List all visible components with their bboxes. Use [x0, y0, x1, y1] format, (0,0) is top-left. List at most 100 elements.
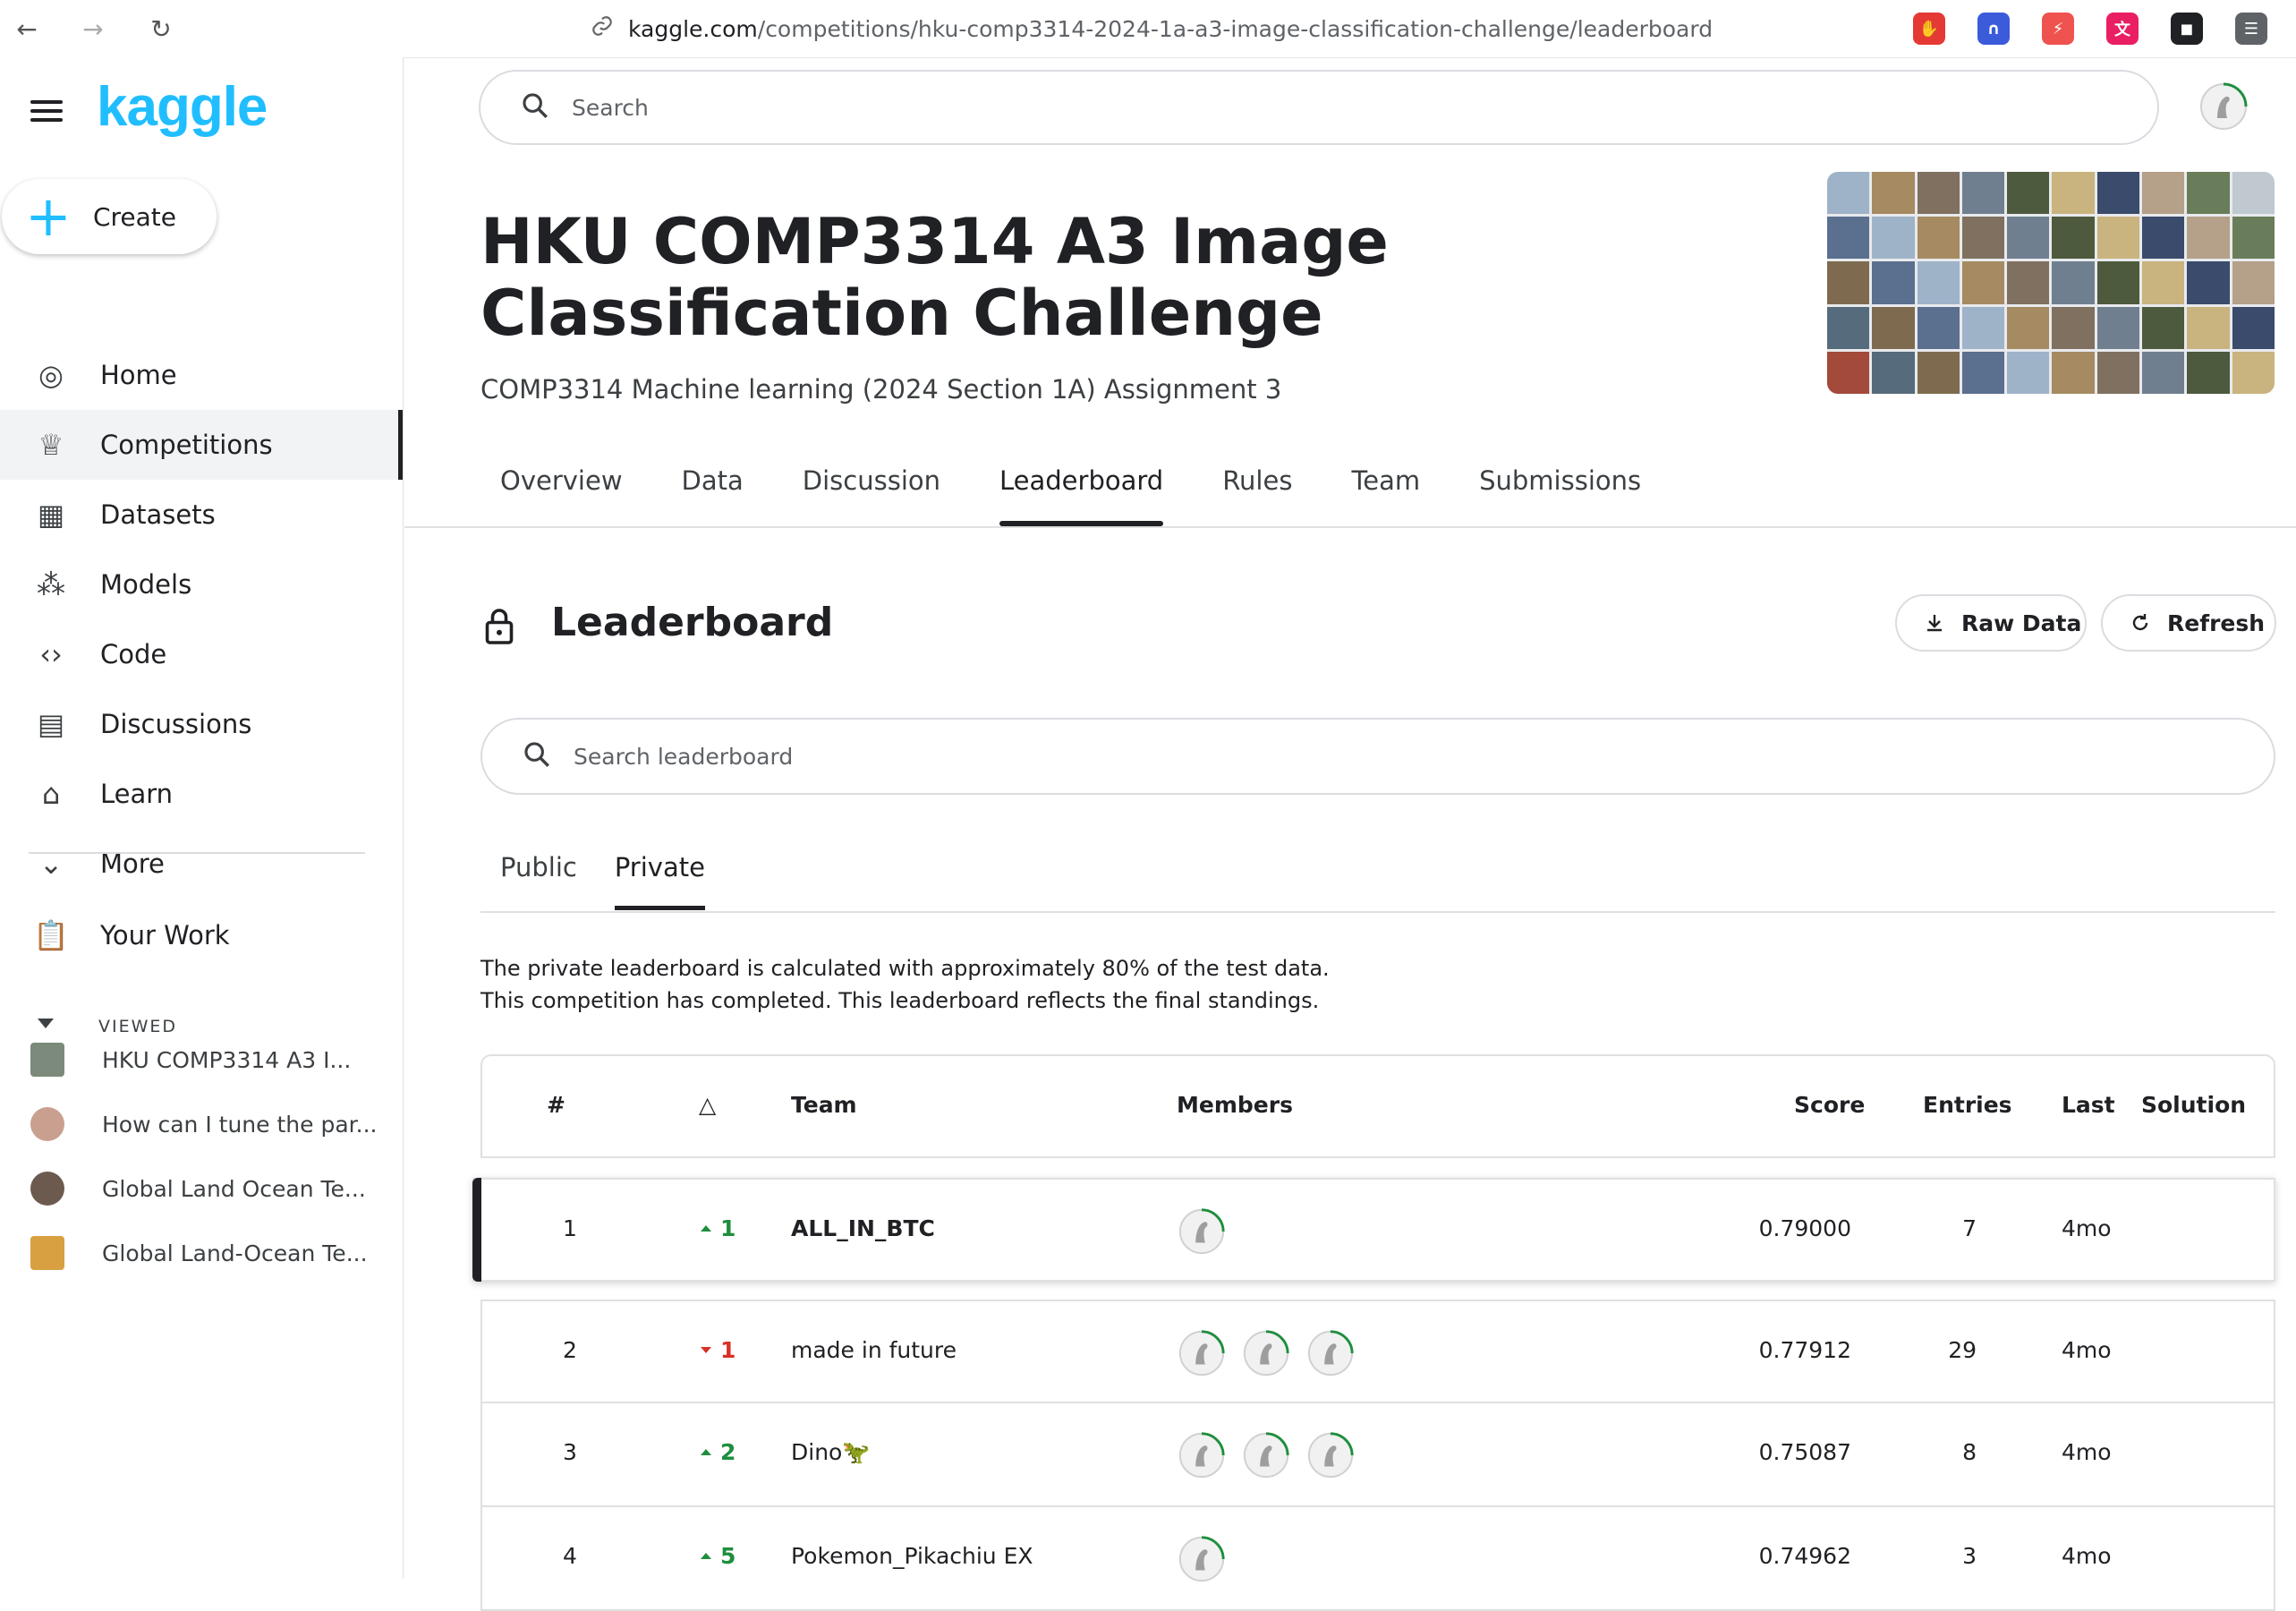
tab-discussion[interactable]: Discussion [803, 465, 940, 528]
column-delta[interactable]: △ [699, 1092, 716, 1118]
subtab-public[interactable]: Public [500, 852, 577, 911]
member-avatar[interactable] [1177, 1430, 1227, 1480]
thumbnail-cell [2142, 306, 2185, 349]
refresh-button[interactable]: Refresh [2101, 594, 2276, 652]
tab-team[interactable]: Team [1351, 465, 1420, 528]
sidebar-item-home[interactable]: ◎ Home [0, 340, 403, 410]
sidebar-item-competitions[interactable]: ♕ Competitions [0, 410, 403, 480]
tab-leaderboard[interactable]: Leaderboard [999, 465, 1164, 528]
table-row[interactable]: 3 2 Dino🦖 0.75087 8 4mo [480, 1403, 2275, 1507]
column-rank[interactable]: # [547, 1092, 565, 1118]
sidebar-item-code[interactable]: ‹› Code [0, 619, 403, 689]
subtab-private[interactable]: Private [614, 852, 706, 911]
back-arrow-icon[interactable]: ← [11, 13, 43, 45]
tab-submissions[interactable]: Submissions [1479, 465, 1641, 528]
entries-cell: 29 [1948, 1337, 1977, 1363]
sidebar-item-label: Code [100, 639, 167, 669]
sidebar-item-models[interactable]: ⁂ Models [0, 550, 403, 619]
table-row[interactable]: 2 1 made in future 0.77912 29 4mo [480, 1300, 2275, 1403]
team-name[interactable]: Dino🦖 [791, 1439, 870, 1466]
tab-overview[interactable]: Overview [500, 465, 623, 528]
url-host: kaggle.com [628, 15, 758, 42]
recent-item[interactable]: Global Land Ocean Te... [0, 1162, 403, 1215]
thumbnail-cell [1872, 172, 1915, 215]
create-button[interactable]: + Create [2, 179, 217, 254]
forward-arrow-icon[interactable]: → [77, 13, 109, 45]
settings-extension-icon[interactable]: ☰ [2235, 13, 2267, 45]
thumbnail-cell [2187, 351, 2230, 394]
thumbnail-cell [1827, 261, 1870, 304]
thumbnail-cell [2187, 306, 2230, 349]
thumbnail-cell [2007, 217, 2050, 260]
thumbnail-cell [1961, 351, 2005, 394]
members-cell [1177, 1328, 1370, 1378]
recent-item-label: Global Land-Ocean Te... [102, 1240, 368, 1266]
thumbnail-cell [2096, 306, 2140, 349]
sidebar-item-label: Home [100, 360, 177, 390]
address-bar[interactable]: kaggle.com/competitions/hku-comp3314-202… [591, 9, 1718, 48]
member-avatar[interactable] [1177, 1534, 1227, 1584]
thumbnail-cell [2007, 261, 2050, 304]
arc-icon[interactable]: ∩ [1977, 13, 2010, 45]
table-row[interactable]: 4 5 Pokemon_Pikachiu EX 0.74962 3 4mo [480, 1507, 2275, 1611]
leaderboard-search-input[interactable]: Search leaderboard [480, 718, 2275, 795]
browser-toolbar: ← → ↻ kaggle.com/competitions/hku-comp33… [0, 0, 2296, 58]
user-avatar[interactable] [2198, 81, 2249, 132]
member-avatar[interactable] [1177, 1206, 1227, 1257]
thumbnail-cell [2232, 306, 2275, 349]
sidebar-item-label: Competitions [100, 430, 273, 460]
thumbnail-cell [2232, 217, 2275, 260]
column-team[interactable]: Team [791, 1092, 857, 1118]
raw-data-button[interactable]: Raw Data [1895, 594, 2087, 652]
members-cell [1177, 1430, 1370, 1480]
entries-cell: 8 [1962, 1439, 1977, 1465]
global-search-input[interactable]: Search [479, 70, 2159, 145]
tab-data[interactable]: Data [682, 465, 744, 528]
translate-icon[interactable]: 文 [2106, 13, 2139, 45]
arrow-up-icon [701, 1449, 711, 1455]
kaggle-logo[interactable]: kaggle [97, 75, 268, 139]
recent-item[interactable]: HKU COMP3314 A3 I... [0, 1033, 403, 1087]
thumbnail-cell [1917, 306, 1960, 349]
clipboard-edit-icon: 📋 [33, 918, 69, 952]
column-last[interactable]: Last [2062, 1092, 2115, 1118]
tab-rules[interactable]: Rules [1222, 465, 1292, 528]
rank-cell: 3 [563, 1439, 577, 1465]
thumbnail-cell [2007, 306, 2050, 349]
table-row[interactable]: 1 1 ALL_IN_BTC 0.79000 7 4mo [472, 1178, 2275, 1282]
member-avatar[interactable] [1241, 1328, 1291, 1378]
member-avatar[interactable] [1241, 1430, 1291, 1480]
sidebar-item-discussions[interactable]: ▤ Discussions [0, 689, 403, 759]
column-score[interactable]: Score [1794, 1092, 1865, 1118]
team-name[interactable]: made in future [791, 1337, 957, 1363]
member-avatar[interactable] [1305, 1430, 1356, 1480]
member-avatar[interactable] [1305, 1328, 1356, 1378]
caret-down-icon[interactable] [38, 1019, 54, 1028]
sidebar-item-your-work[interactable]: 📋 Your Work [0, 900, 403, 970]
bolt-icon[interactable]: ⚡ [2042, 13, 2074, 45]
thumbnail-cell [2052, 351, 2095, 394]
entries-cell: 3 [1962, 1543, 1977, 1569]
ublock-icon[interactable]: ✋ [1913, 13, 1945, 45]
compass-icon: ◎ [38, 358, 64, 392]
column-entries[interactable]: Entries [1923, 1092, 2012, 1118]
members-cell [1177, 1206, 1241, 1257]
subtabs-divider [480, 911, 2275, 913]
recent-thumbnail [30, 1236, 64, 1270]
member-avatar[interactable] [1177, 1328, 1227, 1378]
refresh-icon [2130, 612, 2151, 634]
reload-icon[interactable]: ↻ [145, 13, 177, 45]
recent-item[interactable]: Global Land-Ocean Te... [0, 1226, 403, 1280]
hamburger-menu-icon[interactable] [30, 95, 63, 127]
sidebar-divider [29, 852, 365, 854]
thumbnail-cell [2232, 261, 2275, 304]
thumbnail-cell [1917, 172, 1960, 215]
sidebar-item-learn[interactable]: ⌂ Learn [0, 759, 403, 829]
sidebar-item-datasets[interactable]: ▦ Datasets [0, 480, 403, 550]
team-name[interactable]: Pokemon_Pikachiu EX [791, 1543, 1033, 1569]
team-name[interactable]: ALL_IN_BTC [791, 1215, 935, 1241]
recent-item[interactable]: How can I tune the par... [0, 1097, 403, 1151]
sidebar-item-more[interactable]: ⌄ More [0, 829, 403, 899]
incognito-icon[interactable]: ◼ [2171, 13, 2203, 45]
thumbnail-cell [2232, 351, 2275, 394]
